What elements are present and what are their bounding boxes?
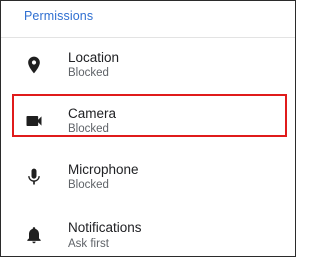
bell-icon [24, 225, 44, 245]
permission-item-label: Microphone [68, 162, 139, 177]
permissions-panel: Permissions Location Blocked Camera Bloc… [0, 0, 296, 257]
permission-item-camera[interactable]: Camera Blocked [1, 94, 295, 150]
permission-item-location[interactable]: Location Blocked [1, 38, 295, 94]
permission-item-label: Location [68, 50, 120, 65]
permission-item-status: Blocked [68, 179, 109, 191]
videocam-icon [24, 111, 44, 131]
permission-item-status: Blocked [68, 67, 109, 79]
permission-item-status: Ask first [68, 238, 109, 250]
permission-item-label: Notifications [68, 220, 142, 235]
permission-item-status: Blocked [68, 123, 109, 135]
permission-item-notifications[interactable]: Notifications Ask first [1, 206, 295, 256]
permissions-section-title: Permissions [24, 9, 94, 23]
permission-item-label: Camera [68, 106, 117, 121]
microphone-icon [24, 167, 44, 187]
permission-item-microphone[interactable]: Microphone Blocked [1, 150, 295, 206]
location-pin-icon [24, 55, 44, 75]
